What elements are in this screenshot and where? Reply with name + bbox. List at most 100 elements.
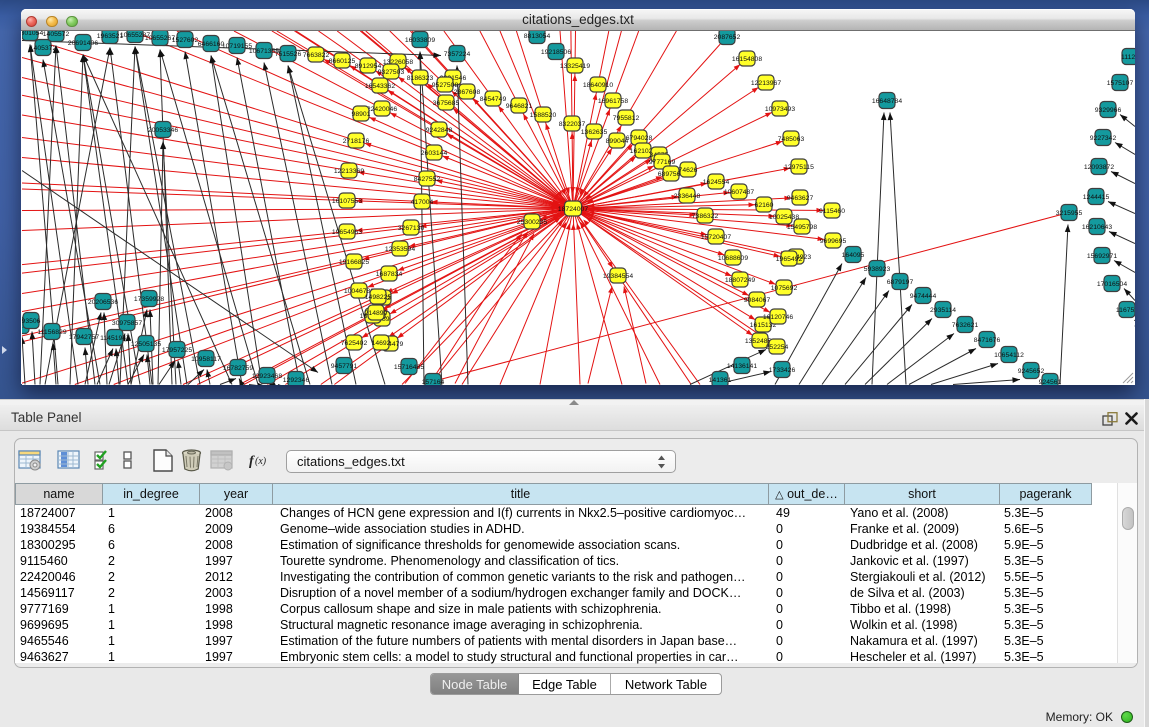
svg-text:9329966: 9329966 xyxy=(1094,106,1121,113)
svg-text:1801054: 1801054 xyxy=(22,31,43,37)
svg-text:16543362: 16543362 xyxy=(364,82,394,89)
svg-text:7625402: 7625402 xyxy=(340,339,367,346)
svg-text:17016504: 17016504 xyxy=(1096,280,1126,287)
svg-text:19218506: 19218506 xyxy=(540,48,570,55)
svg-text:116753: 116753 xyxy=(1115,306,1134,313)
svg-text:9527508: 9527508 xyxy=(431,81,458,88)
svg-text:7386322: 7386322 xyxy=(691,212,718,219)
svg-text:9115460: 9115460 xyxy=(819,207,845,214)
svg-text:8322037: 8322037 xyxy=(558,120,585,127)
svg-text:16033809: 16033809 xyxy=(404,36,434,43)
svg-text:2718176: 2718176 xyxy=(342,137,369,144)
svg-text:10654112: 10654112 xyxy=(994,351,1024,358)
svg-text:10973493: 10973493 xyxy=(764,105,794,112)
svg-text:10025438: 10025438 xyxy=(768,213,798,220)
svg-text:30975857: 30975857 xyxy=(111,319,141,326)
svg-text:924561: 924561 xyxy=(1038,378,1061,384)
svg-text:2336448: 2336448 xyxy=(673,192,700,199)
svg-text:1405372: 1405372 xyxy=(29,44,56,51)
svg-text:16782759: 16782759 xyxy=(222,364,252,371)
svg-text:1244415: 1244415 xyxy=(1082,193,1109,200)
svg-text:252254: 252254 xyxy=(765,343,788,350)
svg-text:8660125: 8660125 xyxy=(328,57,355,64)
svg-text:11451947: 11451947 xyxy=(100,334,130,341)
svg-text:15716485: 15716485 xyxy=(393,363,423,370)
svg-text:17359928: 17359928 xyxy=(133,295,163,302)
svg-text:9699695: 9699695 xyxy=(819,237,846,244)
svg-text:(x): (x) xyxy=(255,456,267,467)
svg-text:1733426: 1733426 xyxy=(768,366,795,373)
svg-text:6794028: 6794028 xyxy=(625,134,652,141)
svg-text:19384554: 19384554 xyxy=(602,272,632,279)
svg-text:2603144: 2603144 xyxy=(420,149,447,156)
svg-text:214899: 214899 xyxy=(364,309,387,316)
svg-text:6466160: 6466160 xyxy=(197,40,224,47)
svg-text:7663822: 7663822 xyxy=(302,51,329,58)
svg-text:1405572: 1405572 xyxy=(42,31,69,38)
svg-text:22420046: 22420046 xyxy=(366,105,396,112)
svg-text:1292346: 1292346 xyxy=(282,376,309,383)
svg-text:8427552: 8427552 xyxy=(413,175,440,182)
svg-text:1687834: 1687834 xyxy=(375,270,402,277)
svg-text:10688609: 10688609 xyxy=(717,254,747,261)
svg-text:20206536: 20206536 xyxy=(87,298,117,305)
svg-text:8813054: 8813054 xyxy=(523,32,550,39)
svg-text:11123: 11123 xyxy=(1121,53,1135,60)
svg-text:12353594: 12353594 xyxy=(384,245,414,252)
svg-text:9777169: 9777169 xyxy=(648,158,675,165)
svg-text:5938923: 5938923 xyxy=(863,265,890,272)
svg-text:15495798: 15495798 xyxy=(786,223,816,230)
svg-text:14136141: 14136141 xyxy=(726,362,756,369)
svg-text:141361: 141361 xyxy=(708,376,731,383)
svg-text:7632621: 7632621 xyxy=(951,321,978,328)
svg-text:8471676: 8471676 xyxy=(973,336,1000,343)
svg-text:9084067: 9084067 xyxy=(743,296,770,303)
svg-text:98901: 98901 xyxy=(351,110,370,117)
svg-text:1527602: 1527602 xyxy=(171,36,198,43)
svg-text:16210643: 16210643 xyxy=(1081,223,1111,230)
svg-text:9245652: 9245652 xyxy=(1017,367,1044,374)
svg-text:12213369: 12213369 xyxy=(333,167,363,174)
svg-text:9242848: 9242848 xyxy=(425,126,452,133)
svg-text:12975115: 12975115 xyxy=(784,163,814,170)
svg-text:15692971: 15692971 xyxy=(1086,252,1116,259)
svg-text:9474444: 9474444 xyxy=(909,292,936,299)
svg-text:1965492: 1965492 xyxy=(775,255,802,262)
svg-text:1362635: 1362635 xyxy=(580,128,607,135)
svg-text:2867608: 2867608 xyxy=(453,88,480,95)
svg-text:18807249: 18807249 xyxy=(724,276,754,283)
svg-text:16107553: 16107553 xyxy=(331,197,361,204)
svg-text:1624554: 1624554 xyxy=(702,178,729,185)
svg-text:18724007: 18724007 xyxy=(557,205,587,212)
svg-text:93506: 93506 xyxy=(22,317,41,324)
svg-text:16120746: 16120746 xyxy=(762,313,792,320)
svg-text:417004: 417004 xyxy=(410,198,433,205)
svg-text:10719155: 10719155 xyxy=(221,42,251,49)
svg-text:20053346: 20053346 xyxy=(147,126,177,133)
svg-text:17957225: 17957225 xyxy=(161,346,191,353)
svg-text:16648784: 16648784 xyxy=(871,97,901,104)
svg-text:3215955: 3215955 xyxy=(1055,209,1082,216)
svg-text:9646821: 9646821 xyxy=(505,102,532,109)
svg-text:13325419: 13325419 xyxy=(559,62,589,69)
svg-text:12213967: 12213967 xyxy=(750,79,780,86)
svg-text:25300235: 25300235 xyxy=(516,218,546,225)
svg-text:10607487: 10607487 xyxy=(723,188,753,195)
svg-text:2935114: 2935114 xyxy=(930,306,956,313)
svg-text:1075692: 1075692 xyxy=(770,284,797,291)
svg-text:12505135: 12505135 xyxy=(130,340,160,347)
svg-text:11156829: 11156829 xyxy=(37,328,66,335)
svg-text:14692: 14692 xyxy=(371,339,390,346)
svg-text:19654963: 19654963 xyxy=(331,228,361,235)
svg-text:10958117: 10958117 xyxy=(191,355,221,362)
svg-text:20691406: 20691406 xyxy=(67,39,97,46)
svg-text:10655267: 10655267 xyxy=(144,34,174,41)
svg-text:8186323: 8186323 xyxy=(406,74,433,81)
svg-text:1498225: 1498225 xyxy=(364,293,391,300)
svg-text:9463627: 9463627 xyxy=(786,194,813,201)
svg-text:7357224: 7357224 xyxy=(443,50,470,57)
svg-text:17942757: 17942757 xyxy=(68,333,98,340)
svg-text:16961758: 16961758 xyxy=(597,97,627,104)
svg-text:1575107: 1575107 xyxy=(1106,79,1133,86)
svg-text:74626: 74626 xyxy=(678,166,697,173)
